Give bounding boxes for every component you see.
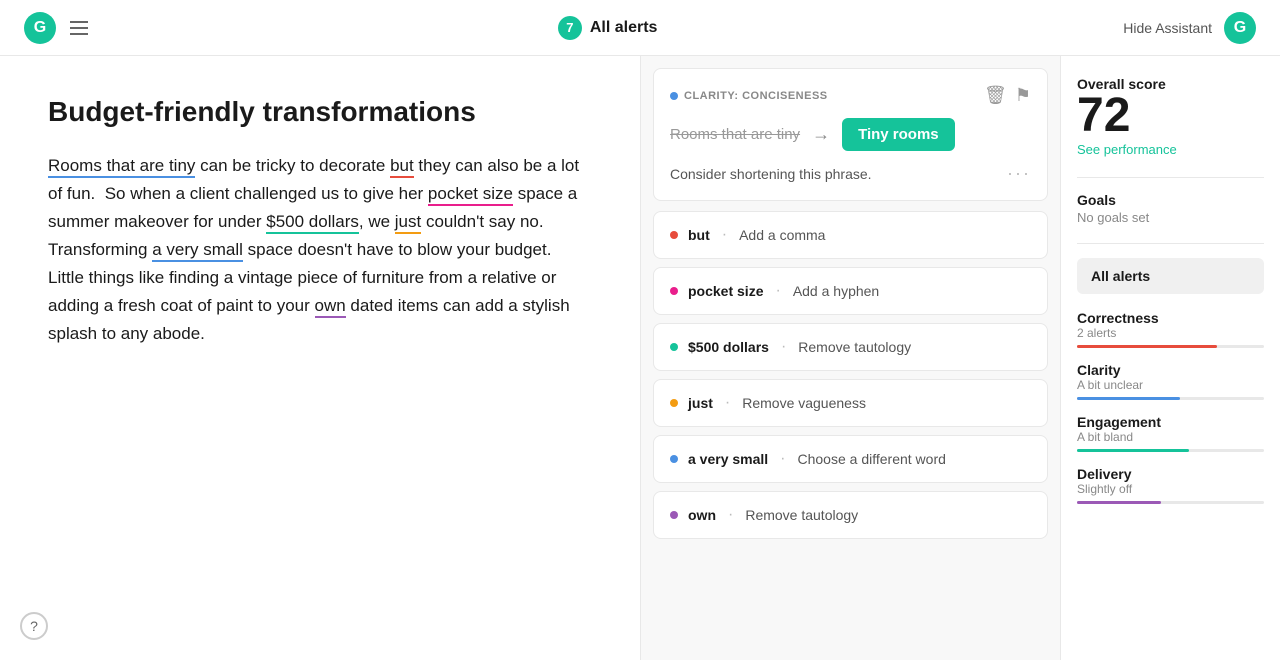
alert-separator: · bbox=[780, 450, 785, 468]
alert-item-500-dollars[interactable]: $500 dollars · Remove tautology bbox=[653, 323, 1048, 371]
document-body: Rooms that are tiny can be tricky to dec… bbox=[48, 152, 592, 348]
metric-bar-fill bbox=[1077, 449, 1189, 452]
metric-bar bbox=[1077, 501, 1264, 504]
metric-correctness[interactable]: Correctness 2 alerts bbox=[1077, 310, 1264, 348]
metric-engagement[interactable]: Engagement A bit bland bbox=[1077, 414, 1264, 452]
replacement-row: Rooms that are tiny → Tiny rooms bbox=[670, 118, 1031, 151]
document-title: Budget-friendly transformations bbox=[48, 96, 592, 128]
alert-item-but[interactable]: but · Add a comma bbox=[653, 211, 1048, 259]
grammarly-logo-left: G bbox=[24, 12, 56, 44]
alert-item-pocket-size[interactable]: pocket size · Add a hyphen bbox=[653, 267, 1048, 315]
alert-separator: · bbox=[722, 226, 727, 244]
alert-word: $500 dollars bbox=[688, 339, 769, 355]
goals-section: Goals No goals set bbox=[1077, 192, 1264, 225]
dot-blue-icon bbox=[670, 455, 678, 463]
alert-item-own[interactable]: own · Remove tautology bbox=[653, 491, 1048, 539]
alert-word: a very small bbox=[688, 451, 768, 467]
divider-1 bbox=[1077, 177, 1264, 178]
highlight-own[interactable]: own bbox=[315, 296, 346, 318]
metric-name: Correctness bbox=[1077, 310, 1264, 326]
highlight-pocket-size[interactable]: pocket size bbox=[428, 184, 513, 206]
flag-button[interactable]: ⚑ bbox=[1015, 85, 1031, 106]
alert-message: Add a hyphen bbox=[793, 283, 879, 299]
score-number: 72 bbox=[1077, 92, 1264, 140]
see-performance-link[interactable]: See performance bbox=[1077, 142, 1264, 157]
arrow-icon: → bbox=[812, 124, 830, 145]
alert-message: Remove tautology bbox=[745, 507, 858, 523]
alert-count-badge: 7 bbox=[558, 16, 582, 40]
metric-clarity[interactable]: Clarity A bit unclear bbox=[1077, 362, 1264, 400]
delete-button[interactable]: 🗑 bbox=[984, 85, 1007, 106]
replacement-chip[interactable]: Tiny rooms bbox=[842, 118, 955, 151]
highlight-just[interactable]: just bbox=[395, 212, 421, 234]
editor-pane: Budget-friendly transformations Rooms th… bbox=[0, 56, 640, 660]
dot-blue-icon bbox=[670, 92, 678, 100]
topbar-left: G bbox=[24, 12, 92, 44]
dot-red-icon bbox=[670, 231, 678, 239]
highlight-500-dollars[interactable]: $500 dollars bbox=[266, 212, 359, 234]
metric-bar bbox=[1077, 345, 1264, 348]
metric-delivery[interactable]: Delivery Slightly off bbox=[1077, 466, 1264, 504]
card-actions: 🗑 ⚑ bbox=[984, 85, 1031, 106]
highlight-very-small[interactable]: a very small bbox=[152, 240, 243, 262]
main-area: Budget-friendly transformations Rooms th… bbox=[0, 56, 1280, 660]
metric-bar-fill bbox=[1077, 345, 1217, 348]
topbar-center: 7 All alerts bbox=[558, 16, 658, 40]
alert-message: Remove vagueness bbox=[742, 395, 866, 411]
alert-separator: · bbox=[728, 506, 733, 524]
alert-word: pocket size bbox=[688, 283, 763, 299]
alert-separator: · bbox=[725, 394, 730, 412]
topbar-right: Hide Assistant G bbox=[1123, 12, 1256, 44]
all-alerts-button[interactable]: All alerts bbox=[1077, 258, 1264, 294]
metric-desc: 2 alerts bbox=[1077, 326, 1264, 340]
alert-item-very-small[interactable]: a very small · Choose a different word bbox=[653, 435, 1048, 483]
card-description: Consider shortening this phrase. bbox=[670, 166, 872, 182]
metric-bar-fill bbox=[1077, 397, 1180, 400]
metric-name: Delivery bbox=[1077, 466, 1264, 482]
topbar: G 7 All alerts Hide Assistant G bbox=[0, 0, 1280, 56]
dot-pink-icon bbox=[670, 287, 678, 295]
metric-bar bbox=[1077, 449, 1264, 452]
card-more-icon[interactable]: ··· bbox=[1007, 163, 1031, 184]
middle-panel: CLARITY: CONCISENESS 🗑 ⚑ Rooms that are … bbox=[640, 56, 1060, 660]
card-tag: CLARITY: CONCISENESS bbox=[670, 90, 828, 102]
alert-item-just[interactable]: just · Remove vagueness bbox=[653, 379, 1048, 427]
metric-name: Clarity bbox=[1077, 362, 1264, 378]
hide-assistant-button[interactable]: Hide Assistant bbox=[1123, 20, 1212, 36]
alert-word: own bbox=[688, 507, 716, 523]
alert-word: just bbox=[688, 395, 713, 411]
main-suggestion-card: CLARITY: CONCISENESS 🗑 ⚑ Rooms that are … bbox=[653, 68, 1048, 201]
metric-bar-fill bbox=[1077, 501, 1161, 504]
alert-separator: · bbox=[775, 282, 780, 300]
card-header: CLARITY: CONCISENESS 🗑 ⚑ bbox=[670, 85, 1031, 106]
alert-word: but bbox=[688, 227, 710, 243]
dot-purple-icon bbox=[670, 511, 678, 519]
original-text: Rooms that are tiny bbox=[670, 126, 800, 143]
card-tag-text: CLARITY: CONCISENESS bbox=[684, 90, 828, 102]
metric-desc: A bit bland bbox=[1077, 430, 1264, 444]
metric-bar bbox=[1077, 397, 1264, 400]
right-sidebar: Overall score 72 See performance Goals N… bbox=[1060, 56, 1280, 660]
grammarly-logo-right: G bbox=[1224, 12, 1256, 44]
topbar-title: All alerts bbox=[590, 19, 658, 37]
goals-sub: No goals set bbox=[1077, 210, 1264, 225]
dot-teal-icon bbox=[670, 343, 678, 351]
highlight-but[interactable]: but bbox=[390, 156, 414, 178]
highlight-rooms-tiny[interactable]: Rooms that are tiny bbox=[48, 156, 195, 178]
goals-title: Goals bbox=[1077, 192, 1264, 208]
alert-message: Choose a different word bbox=[798, 451, 946, 467]
divider-2 bbox=[1077, 243, 1264, 244]
alert-message: Add a comma bbox=[739, 227, 825, 243]
dot-orange-icon bbox=[670, 399, 678, 407]
menu-icon[interactable] bbox=[66, 17, 92, 39]
alert-separator: · bbox=[781, 338, 786, 356]
metric-name: Engagement bbox=[1077, 414, 1264, 430]
metric-desc: Slightly off bbox=[1077, 482, 1264, 496]
help-button[interactable]: ? bbox=[20, 612, 48, 640]
score-section: Overall score 72 See performance bbox=[1077, 76, 1264, 157]
alert-message: Remove tautology bbox=[798, 339, 911, 355]
metric-desc: A bit unclear bbox=[1077, 378, 1264, 392]
